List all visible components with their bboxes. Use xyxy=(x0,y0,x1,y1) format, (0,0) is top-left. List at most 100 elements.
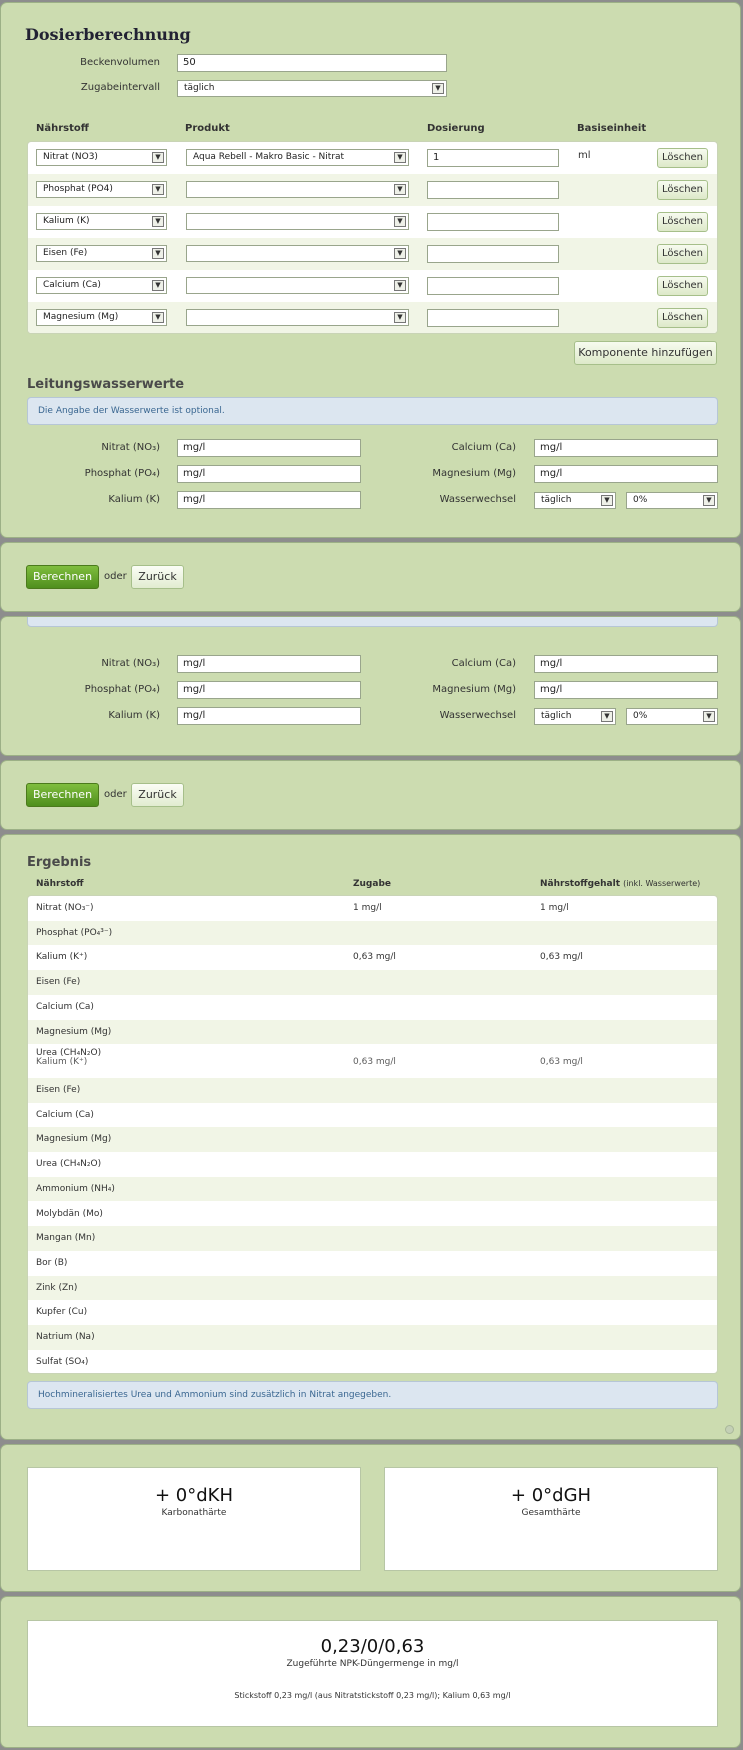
tap-magnesium-input[interactable]: mg/l xyxy=(534,681,718,699)
table-row: Magnesium (Mg) xyxy=(28,1019,717,1045)
tap-calcium-input[interactable]: mg/l xyxy=(534,655,718,673)
nutrient-select-value: Phosphat (PO4) xyxy=(43,184,113,194)
tap-nitrat-input[interactable]: mg/l xyxy=(177,439,361,457)
gear-icon[interactable] xyxy=(725,1425,734,1434)
dosage-input[interactable]: 1 xyxy=(427,149,559,167)
chevron-down-icon: ▼ xyxy=(152,312,164,323)
tap-phosphat-label: Phosphat (PO₄) xyxy=(84,468,160,479)
tap-kalium-input[interactable]: mg/l xyxy=(177,707,361,725)
tap-phosphat-input[interactable]: mg/l xyxy=(177,681,361,699)
tap-calcium-label: Calcium (Ca) xyxy=(451,442,516,453)
result-header-gehalt-note: (inkl. Wasserwerte) xyxy=(623,879,701,888)
nutrient-select[interactable]: Magnesium (Mg) ▼ xyxy=(36,309,167,326)
back-button[interactable]: Zurück xyxy=(131,783,184,807)
chevron-down-icon: ▼ xyxy=(394,184,406,195)
product-select[interactable]: ▼ xyxy=(186,213,409,230)
dosage-input[interactable] xyxy=(427,181,559,199)
nutrient-select[interactable]: Nitrat (NO3) ▼ xyxy=(36,149,167,166)
delete-button[interactable]: Löschen xyxy=(657,308,708,328)
water-change-percent-select[interactable]: 0% ▼ xyxy=(626,708,718,725)
delete-button[interactable]: Löschen xyxy=(657,180,708,200)
npk-label: Zugeführte NPK-Düngermenge in mg/l xyxy=(286,1659,459,1669)
delete-button[interactable]: Löschen xyxy=(657,244,708,264)
result-nutrient: Zink (Zn) xyxy=(36,1282,78,1293)
kh-box: + 0°dKH Karbonathärte xyxy=(27,1467,361,1571)
npk-value: 0,23/0/0,63 xyxy=(320,1636,425,1657)
result-gehalt: 0,63 mg/l xyxy=(540,952,583,963)
component-row: Kalium (K) ▼ ▼ Löschen xyxy=(28,206,717,238)
tap-kalium-input[interactable]: mg/l xyxy=(177,491,361,509)
water-change-percent-value: 0% xyxy=(633,711,648,721)
product-select[interactable]: ▼ xyxy=(186,277,409,294)
nutrient-select[interactable]: Calcium (Ca) ▼ xyxy=(36,277,167,294)
table-row: Magnesium (Mg) xyxy=(28,1127,717,1153)
hardness-panel: + 0°dKH Karbonathärte + 0°dGH Gesamthärt… xyxy=(0,1444,741,1592)
dosage-input[interactable] xyxy=(427,277,559,295)
water-change-percent-value: 0% xyxy=(633,495,648,505)
table-row: Natrium (Na) xyxy=(28,1325,717,1350)
tap-calcium-label: Calcium (Ca) xyxy=(451,658,516,669)
product-select[interactable]: ▼ xyxy=(186,181,409,198)
page-title: Dosierberechnung xyxy=(25,25,191,44)
component-row: Eisen (Fe) ▼ ▼ Löschen xyxy=(28,238,717,270)
gh-label: Gesamthärte xyxy=(521,1508,581,1518)
tap-phosphat-input[interactable]: mg/l xyxy=(177,465,361,483)
nutrient-select[interactable]: Phosphat (PO4) ▼ xyxy=(36,181,167,198)
col-header-dosierung: Dosierung xyxy=(427,123,485,134)
water-change-label: Wasserwechsel xyxy=(439,710,516,721)
volume-input[interactable]: 50 xyxy=(177,54,447,72)
result-zugabe: 1 mg/l xyxy=(353,903,382,913)
result-gehalt: 0,63 mg/l xyxy=(540,1057,583,1068)
chevron-down-icon: ▼ xyxy=(152,152,164,163)
table-row: Calcium (Ca) xyxy=(28,995,717,1020)
interval-select-value: täglich xyxy=(184,83,215,93)
result-nutrient: Sulfat (SO₄) xyxy=(36,1356,89,1367)
water-change-interval-select[interactable]: täglich ▼ xyxy=(534,708,616,725)
dosage-input[interactable] xyxy=(427,213,559,231)
result-gehalt: 1 mg/l xyxy=(540,903,569,913)
chevron-down-icon: ▼ xyxy=(703,495,715,506)
result-nutrient: Natrium (Na) xyxy=(36,1332,95,1342)
dosage-input[interactable] xyxy=(427,245,559,263)
nutrient-select-value: Kalium (K) xyxy=(43,216,90,226)
result-nutrient: Nitrat (NO₃⁻) xyxy=(36,903,94,913)
back-button[interactable]: Zurück xyxy=(131,565,184,589)
result-nutrient: Eisen (Fe) xyxy=(36,1085,81,1095)
base-unit: ml xyxy=(578,150,591,161)
calculate-button[interactable]: Berechnen xyxy=(26,783,99,807)
tap-magnesium-input[interactable]: mg/l xyxy=(534,465,718,483)
tap-calcium-input[interactable]: mg/l xyxy=(534,439,718,457)
water-change-interval-value: täglich xyxy=(541,711,572,721)
result-nutrient: Calcium (Ca) xyxy=(36,1001,94,1012)
delete-button[interactable]: Löschen xyxy=(657,212,708,232)
water-change-label: Wasserwechsel xyxy=(439,494,516,505)
tap-nitrat-input[interactable]: mg/l xyxy=(177,655,361,673)
nutrient-select[interactable]: Eisen (Fe) ▼ xyxy=(36,245,167,262)
table-row: Zink (Zn) xyxy=(28,1275,717,1301)
product-select[interactable]: Aqua Rebell - Makro Basic - Nitrat ▼ xyxy=(186,149,409,166)
npk-panel: 0,23/0/0,63 Zugeführte NPK-Düngermenge i… xyxy=(0,1596,741,1748)
interval-select[interactable]: täglich ▼ xyxy=(177,80,447,97)
result-nutrient: Kalium (K⁺) xyxy=(36,952,88,963)
interval-label: Zugabeintervall xyxy=(80,82,160,93)
or-text: oder xyxy=(104,789,127,800)
chevron-down-icon: ▼ xyxy=(394,248,406,259)
dosage-input[interactable] xyxy=(427,309,559,327)
water-change-interval-select[interactable]: täglich ▼ xyxy=(534,492,616,509)
result-header-gehalt: Nährstoffgehalt (inkl. Wasserwerte) xyxy=(540,879,700,889)
gh-box: + 0°dGH Gesamthärte xyxy=(384,1467,718,1571)
delete-button[interactable]: Löschen xyxy=(657,276,708,296)
tap-water-title: Leitungswasserwerte xyxy=(27,377,185,392)
chevron-down-icon: ▼ xyxy=(432,83,444,94)
nutrient-select[interactable]: Kalium (K) ▼ xyxy=(36,213,167,230)
table-row-glitch: Urea (CH₄N₂O) Kalium (K⁺) 0,63 mg/l 0,63… xyxy=(28,1044,717,1076)
component-row: Phosphat (PO4) ▼ ▼ Löschen xyxy=(28,174,717,206)
water-change-percent-select[interactable]: 0% ▼ xyxy=(626,492,718,509)
add-component-button[interactable]: Komponente hinzufügen xyxy=(574,341,717,365)
component-row: Magnesium (Mg) ▼ ▼ Löschen xyxy=(28,302,717,333)
product-select[interactable]: ▼ xyxy=(186,245,409,262)
product-select[interactable]: ▼ xyxy=(186,309,409,326)
calculate-button[interactable]: Berechnen xyxy=(26,565,99,589)
result-header-naehrstoff: Nährstoff xyxy=(36,879,84,889)
delete-button[interactable]: Löschen xyxy=(657,148,708,168)
